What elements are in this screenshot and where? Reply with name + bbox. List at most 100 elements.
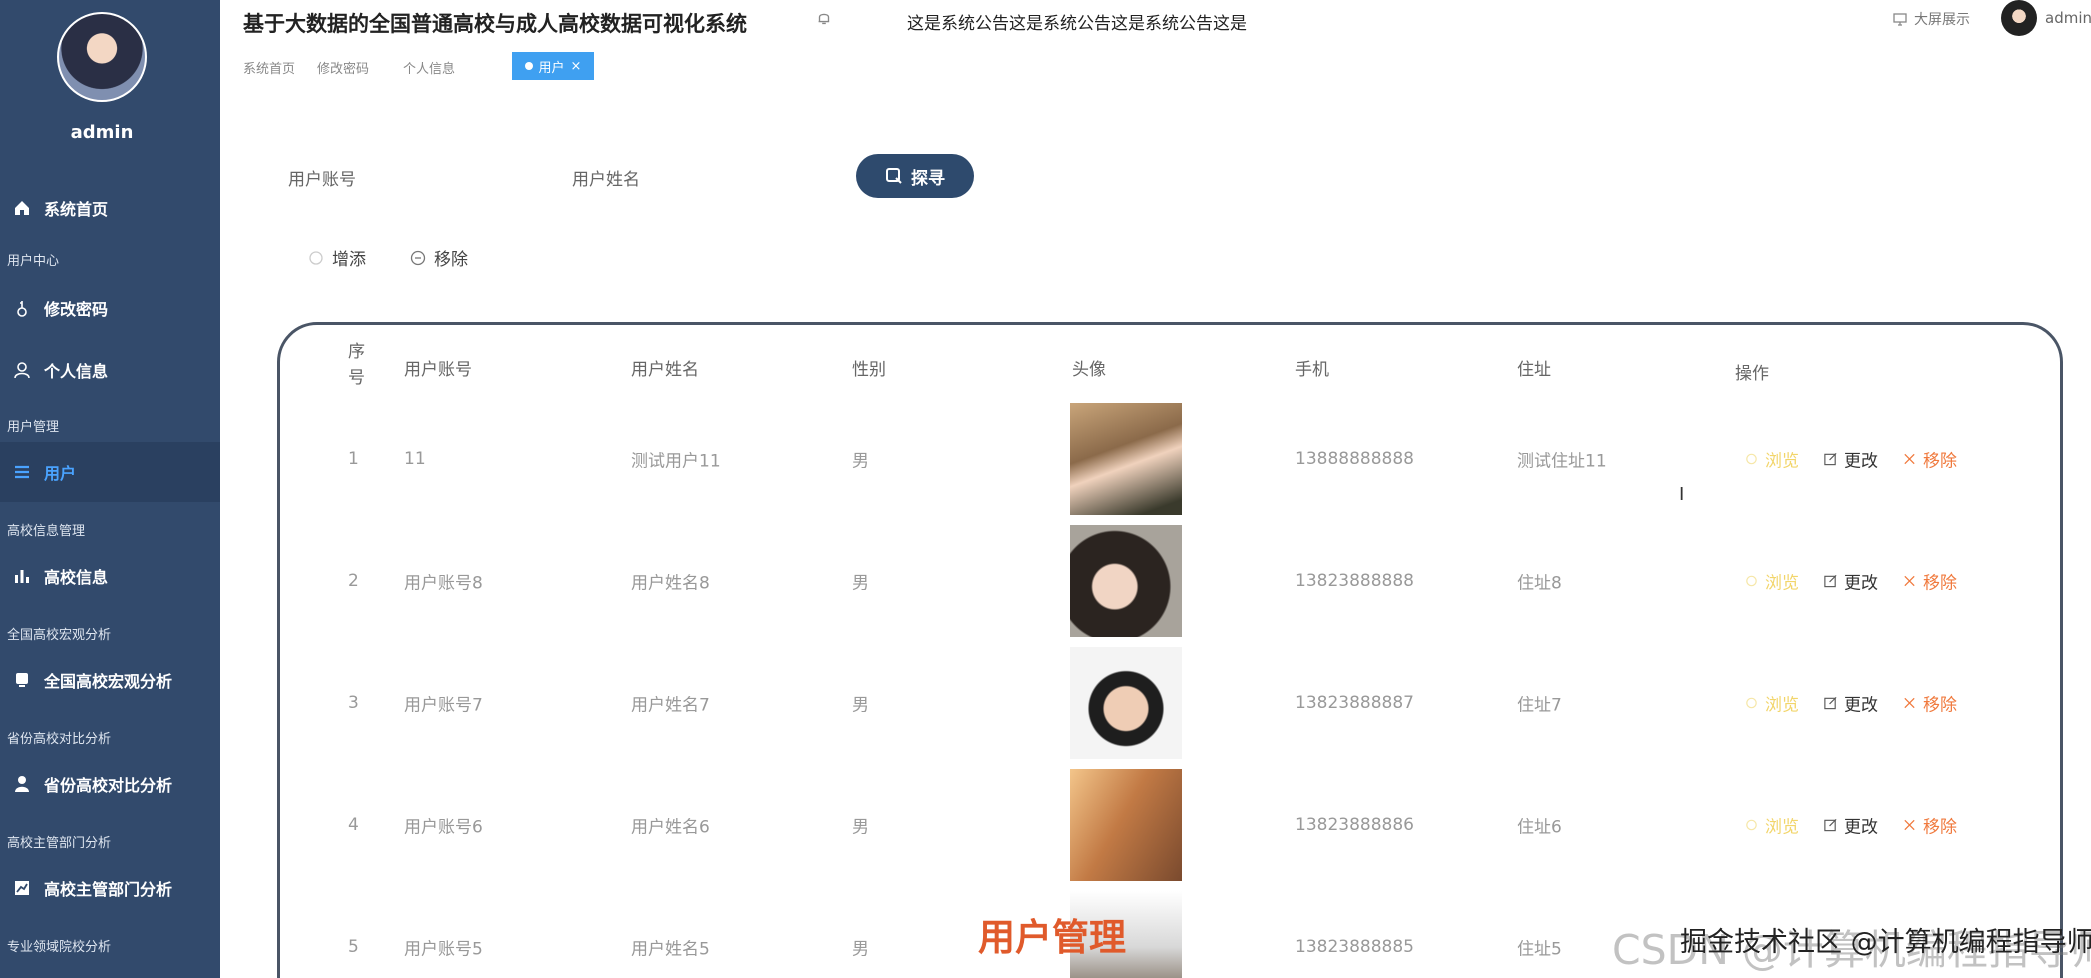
nav-group-province: 省份高校对比分析	[7, 732, 112, 747]
cell-phone: 13823888888	[1295, 571, 1414, 591]
eye-icon	[1746, 697, 1757, 709]
sidebar-item-department-analysis[interactable]: 高校主管部门分析	[0, 858, 220, 918]
sidebar-item-label: 用户	[44, 464, 77, 483]
search-icon	[886, 168, 902, 184]
trend-icon	[15, 881, 29, 895]
sidebar-item-national-analysis[interactable]: 全国高校宏观分析	[0, 650, 220, 710]
table-row[interactable]: 1 11 测试用户11 男 13888888888 测试住址11 浏览 更改 移…	[280, 398, 2060, 520]
sidebar-item-users[interactable]: 用户	[0, 442, 220, 502]
cell-gender: 男	[852, 695, 869, 716]
close-icon	[1904, 697, 1915, 709]
search-button[interactable]: 探寻	[856, 154, 974, 198]
delete-button[interactable]: 移除	[1902, 691, 1957, 716]
row-actions: 浏览 更改 移除	[1744, 813, 1957, 838]
delete-button[interactable]: 移除	[1902, 447, 1957, 472]
tab-password[interactable]: 修改密码	[317, 58, 369, 77]
cell-phone: 13823888887	[1295, 693, 1414, 713]
system-notice: 这是系统公告这是系统公告这是系统公告这是	[907, 14, 1247, 34]
sidebar-item-profile[interactable]: 个人信息	[0, 340, 220, 400]
close-icon	[1904, 453, 1915, 465]
name-search-input[interactable]	[656, 152, 776, 198]
cell-account: 用户账号6	[404, 817, 483, 838]
cell-address: 住址7	[1517, 695, 1562, 716]
view-label: 浏览	[1765, 817, 1799, 838]
col-header-avatar: 头像	[1072, 360, 1106, 380]
sidebar-item-label: 个人信息	[44, 362, 109, 381]
col-header-no: 序号	[348, 342, 365, 388]
view-button[interactable]: 浏览	[1744, 691, 1799, 716]
nav-group-user-manage: 用户管理	[7, 420, 60, 435]
remove-button-label: 移除	[434, 250, 468, 270]
cell-account: 用户账号5	[404, 939, 483, 960]
col-header-name: 用户姓名	[631, 360, 699, 380]
col-header-gender: 性别	[852, 360, 886, 380]
avatar-image[interactable]	[1070, 525, 1182, 637]
sidebar-item-label: 省份高校对比分析	[44, 776, 173, 795]
delete-button[interactable]: 移除	[1902, 813, 1957, 838]
delete-button[interactable]: 移除	[1902, 569, 1957, 594]
add-button-label: 增添	[332, 250, 366, 270]
table-row[interactable]: 3 用户账号7 用户姓名7 男 13823888887 住址7 浏览 更改 移除	[280, 642, 2060, 764]
edit-icon	[1824, 818, 1837, 832]
nav-group-user-center: 用户中心	[7, 254, 60, 269]
view-button[interactable]: 浏览	[1744, 569, 1799, 594]
edit-button[interactable]: 更改	[1823, 813, 1878, 838]
account-search-input[interactable]	[370, 152, 490, 198]
cell-gender: 男	[852, 939, 869, 960]
header-username[interactable]: admin	[2045, 9, 2091, 27]
view-button[interactable]: 浏览	[1744, 447, 1799, 472]
table-row[interactable]: 2 用户账号8 用户姓名8 男 13823888888 住址8 浏览 更改 移除	[280, 520, 2060, 642]
monitor-icon	[1893, 13, 1907, 26]
account-search-label: 用户账号	[288, 170, 356, 190]
header-avatar[interactable]	[2001, 0, 2037, 36]
cell-address: 测试住址11	[1517, 451, 1607, 472]
edit-icon	[1824, 574, 1837, 588]
key-icon	[17, 301, 27, 317]
cell-phone: 13888888888	[1295, 449, 1414, 469]
row-actions: 浏览 更改 移除	[1744, 691, 1957, 716]
tab-home[interactable]: 系统首页	[243, 58, 295, 77]
search-button-label: 探寻	[911, 168, 945, 188]
cell-gender: 男	[852, 451, 869, 472]
nav-group-national: 全国高校宏观分析	[7, 628, 112, 643]
plus-icon	[309, 250, 323, 265]
edit-button[interactable]: 更改	[1823, 569, 1878, 594]
bell-icon[interactable]	[815, 9, 833, 27]
avatar-image[interactable]	[1070, 647, 1182, 759]
avatar[interactable]	[57, 12, 147, 102]
cell-address: 住址6	[1517, 817, 1562, 838]
minus-circle-icon	[410, 250, 426, 265]
table-row[interactable]: 4 用户账号6 用户姓名6 男 13823888886 住址6 浏览 更改 移除	[280, 764, 2060, 886]
cell-name: 用户姓名6	[631, 817, 710, 838]
cell-no: 2	[348, 571, 359, 591]
cell-gender: 男	[852, 817, 869, 838]
big-screen-link[interactable]: 大屏展示	[1892, 9, 1970, 29]
tab-profile[interactable]: 个人信息	[403, 58, 455, 77]
sidebar-item-label: 系统首页	[44, 200, 109, 219]
add-button[interactable]: 增添	[308, 245, 366, 270]
cell-gender: 男	[852, 573, 869, 594]
text-cursor-icon: I	[1679, 484, 1685, 505]
name-search-label: 用户姓名	[572, 170, 640, 190]
edit-button[interactable]: 更改	[1823, 447, 1878, 472]
avatar-image[interactable]	[1070, 403, 1182, 515]
cell-no: 3	[348, 693, 359, 713]
remove-button[interactable]: 移除	[410, 245, 468, 270]
video-caption: 用户管理	[978, 916, 1126, 959]
sidebar: admin 系统首页 用户中心 修改密码 个人信息 用户管理 用户 高校信息管理	[0, 0, 220, 978]
sidebar-item-label: 高校主管部门分析	[44, 880, 173, 899]
sidebar-item-label: 全国高校宏观分析	[44, 672, 173, 691]
sidebar-item-province-analysis[interactable]: 省份高校对比分析	[0, 754, 220, 814]
nav-group-college-info: 高校信息管理	[7, 524, 86, 539]
cell-name: 用户姓名8	[631, 573, 710, 594]
tab-users[interactable]: 用户 ×	[512, 52, 594, 80]
avatar-image[interactable]	[1070, 769, 1182, 881]
view-button[interactable]: 浏览	[1744, 813, 1799, 838]
sidebar-item-password[interactable]: 修改密码	[0, 278, 220, 338]
sidebar-item-home[interactable]: 系统首页	[0, 178, 220, 238]
tab-close-icon[interactable]: ×	[571, 59, 582, 74]
sidebar-item-college-info[interactable]: 高校信息	[0, 546, 220, 606]
edit-button[interactable]: 更改	[1823, 691, 1878, 716]
eye-icon	[1746, 453, 1757, 465]
big-screen-label: 大屏展示	[1914, 12, 1970, 28]
